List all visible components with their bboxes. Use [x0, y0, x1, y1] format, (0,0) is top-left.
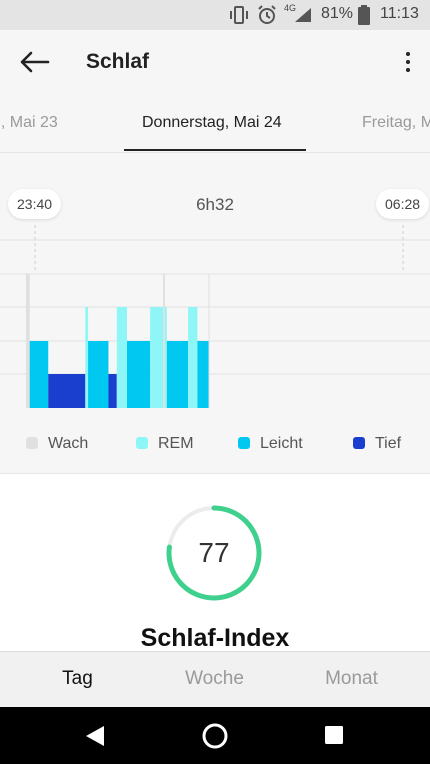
- sleep-segment-wach: [163, 274, 165, 408]
- vibrate-icon: [230, 6, 248, 24]
- more-vertical-icon[interactable]: [404, 50, 412, 74]
- sleep-segment-rem: [188, 307, 198, 408]
- app-bar: Schlaf: [0, 30, 430, 94]
- sleep-segment-rem: [164, 307, 167, 408]
- sleep-segment-rem: [116, 307, 127, 408]
- sleep-score-panel: 77 Schlaf-Index: [0, 473, 430, 652]
- tab-woche[interactable]: Woche: [143, 668, 286, 690]
- sleep-chart-panel: 23:40 6h32 06:28 Wach REM Leicht Tief: [0, 152, 430, 473]
- clock: 11:13: [380, 5, 419, 22]
- sleep-segment-tief: [48, 374, 86, 408]
- legend-swatch: [136, 437, 148, 449]
- date-tab-next[interactable]: Freitag, M: [362, 114, 430, 132]
- sleep-stage-chart: [0, 225, 430, 408]
- score-label: Schlaf-Index: [140, 624, 290, 652]
- sleep-segment-leicht: [126, 341, 151, 408]
- legend-label: Tief: [375, 435, 402, 452]
- battery-percent: 81%: [321, 5, 354, 22]
- status-bar: 4G 81% 11:13: [0, 0, 430, 30]
- sleep-segment-wach: [208, 274, 210, 408]
- legend-swatch: [353, 437, 365, 449]
- legend-label: Wach: [48, 435, 89, 452]
- system-nav-bar: [0, 707, 430, 764]
- legend-swatch: [238, 437, 250, 449]
- battery-icon: [358, 5, 370, 25]
- home-circle-icon[interactable]: [201, 722, 229, 750]
- recents-square-icon[interactable]: [324, 725, 344, 745]
- tab-monat[interactable]: Monat: [280, 668, 423, 690]
- legend-item-wach: Wach: [26, 435, 88, 455]
- back-triangle-icon[interactable]: [84, 724, 106, 748]
- arrow-left-icon[interactable]: [18, 50, 50, 74]
- sleep-segment-rem: [85, 307, 89, 408]
- sleep-segment-wach: [26, 274, 30, 408]
- signal-icon: [295, 8, 311, 22]
- date-tab-current[interactable]: Donnerstag, Mai 24: [142, 114, 282, 132]
- alarm-icon: [258, 5, 276, 24]
- sleep-segment-leicht: [29, 341, 49, 408]
- sleep-segment-leicht: [166, 341, 189, 408]
- end-time-pill: 06:28: [376, 189, 430, 219]
- sleep-segment-tief: [108, 374, 117, 408]
- date-selector: h, Mai 23 Donnerstag, Mai 24 Freitag, M: [0, 94, 430, 152]
- date-tab-previous[interactable]: h, Mai 23: [0, 114, 58, 132]
- score-value: 77: [198, 537, 230, 568]
- date-tab-indicator: [124, 149, 306, 151]
- legend-item-leicht: Leicht: [238, 435, 303, 455]
- sleep-duration: 6h32: [196, 195, 234, 214]
- tab-tag[interactable]: Tag: [6, 668, 149, 690]
- sleep-segment-leicht: [197, 341, 209, 408]
- sleep-segment-rem: [150, 307, 164, 408]
- legend-label: Leicht: [260, 435, 303, 452]
- period-tabs: Tag Woche Monat: [0, 651, 430, 708]
- legend-swatch: [26, 437, 38, 449]
- sleep-segment-leicht: [88, 341, 109, 408]
- legend-label: REM: [158, 435, 194, 452]
- legend-item-rem: REM: [136, 435, 194, 455]
- page-title: Schlaf: [86, 50, 150, 73]
- legend-item-tief: Tief: [353, 435, 401, 455]
